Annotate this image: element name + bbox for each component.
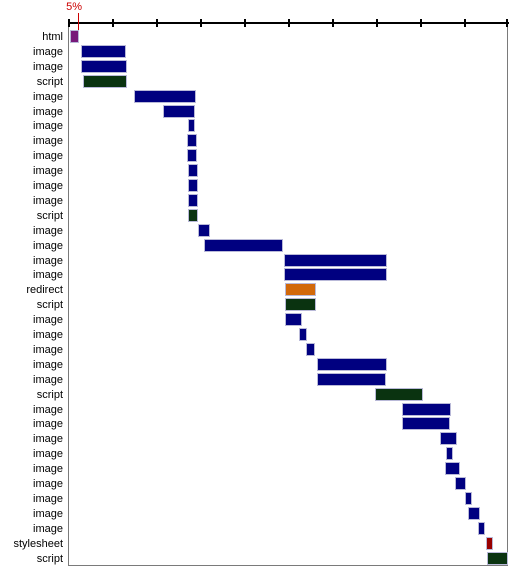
row-label-stylesheet: stylesheet [13, 537, 63, 550]
waterfall-bar-image[interactable] [285, 313, 302, 327]
axis-tick [156, 19, 158, 27]
row-label-image: image [33, 433, 63, 446]
waterfall-bar-image[interactable] [134, 89, 196, 103]
row-label-image: image [33, 269, 63, 282]
row-label-script: script [36, 552, 63, 565]
waterfall-bar-html[interactable] [69, 30, 79, 43]
waterfall-bar-redirect[interactable] [285, 283, 316, 297]
row-label-image: image [33, 314, 63, 327]
axis-tick [200, 19, 202, 27]
axis-tick [506, 19, 508, 27]
axis-tick [244, 19, 246, 27]
row-label-script: script [36, 388, 63, 401]
row-label-script: script [36, 209, 63, 222]
waterfall-bar-image[interactable] [468, 506, 480, 520]
waterfall-bar-stylesheet[interactable] [486, 536, 493, 550]
waterfall-bar-image[interactable] [444, 462, 460, 476]
row-label-image: image [33, 373, 63, 386]
waterfall-bar-script[interactable] [285, 298, 316, 312]
axis-tick [332, 19, 334, 27]
row-label-image: image [33, 150, 63, 163]
waterfall-bar-script[interactable] [374, 387, 423, 401]
waterfall-bar-image[interactable] [402, 417, 450, 431]
waterfall-bar-image[interactable] [454, 477, 466, 490]
row-label-html: html [42, 31, 63, 43]
row-label-image: image [33, 254, 63, 267]
waterfall-bar-image[interactable] [187, 149, 197, 163]
row-label-image: image [33, 329, 63, 341]
waterfall-bar-image[interactable] [204, 238, 283, 252]
row-label-script: script [36, 299, 63, 312]
waterfall-bar-script[interactable] [487, 551, 508, 565]
row-label-image: image [33, 418, 63, 431]
row-label-image: image [33, 180, 63, 192]
waterfall-bar-image[interactable] [305, 342, 315, 356]
row-label-image: image [33, 522, 63, 535]
resource-type-label-column: html image image script image image image image… [0, 0, 66, 569]
row-label-redirect: redirect [26, 284, 63, 297]
axis-tick [464, 19, 466, 27]
row-label-image: image [33, 120, 63, 133]
waterfall-bar-script[interactable] [83, 74, 127, 88]
row-label-script: script [36, 75, 63, 88]
waterfall-bar-image[interactable] [80, 59, 127, 73]
waterfall-bar-image[interactable] [316, 357, 387, 371]
network-waterfall-chart: html image image script image image image image… [0, 0, 510, 569]
row-label-image: image [33, 239, 63, 252]
row-label-image: image [33, 105, 63, 118]
waterfall-bar-image[interactable] [187, 134, 197, 148]
row-label-image: image [33, 224, 63, 237]
axis-tick [288, 19, 290, 27]
waterfall-bar-image[interactable] [299, 328, 307, 341]
waterfall-bar-image[interactable] [162, 104, 195, 118]
waterfall-bar-image[interactable] [187, 119, 195, 133]
row-label-image: image [33, 343, 63, 356]
row-label-image: image [33, 60, 63, 73]
waterfall-bar-image[interactable] [187, 193, 199, 207]
waterfall-bar-image[interactable] [477, 521, 485, 535]
row-label-image: image [33, 507, 63, 520]
waterfall-bar-image[interactable] [402, 402, 452, 416]
axis-tick [68, 19, 70, 27]
row-label-image: image [33, 45, 63, 58]
axis-tick [420, 19, 422, 27]
row-label-image: image [33, 448, 63, 461]
top-time-axis [68, 19, 509, 27]
waterfall-bar-image[interactable] [465, 491, 472, 505]
waterfall-bar-image[interactable] [440, 432, 457, 446]
row-label-image: image [33, 135, 63, 148]
waterfall-bar-image[interactable] [187, 179, 199, 192]
waterfall-bar-script[interactable] [187, 208, 199, 222]
waterfall-bar-image[interactable] [283, 268, 387, 282]
waterfall-bar-image[interactable] [198, 223, 210, 237]
waterfall-bar-image[interactable] [283, 253, 387, 267]
row-label-image: image [33, 90, 63, 103]
waterfall-bar-image[interactable] [316, 372, 386, 386]
row-label-image: image [33, 492, 63, 505]
row-label-image: image [33, 165, 63, 178]
row-label-image: image [33, 478, 63, 490]
row-label-image: image [33, 194, 63, 207]
row-label-image: image [33, 463, 63, 476]
row-label-image: image [33, 403, 63, 416]
waterfall-bar-image[interactable] [80, 44, 126, 58]
waterfall-bar-image[interactable] [187, 164, 199, 178]
axis-tick [112, 19, 114, 27]
axis-tick [376, 19, 378, 27]
waterfall-bar-image[interactable] [446, 447, 453, 461]
row-label-image: image [33, 358, 63, 371]
five-percent-marker-label: 5% [66, 1, 83, 13]
